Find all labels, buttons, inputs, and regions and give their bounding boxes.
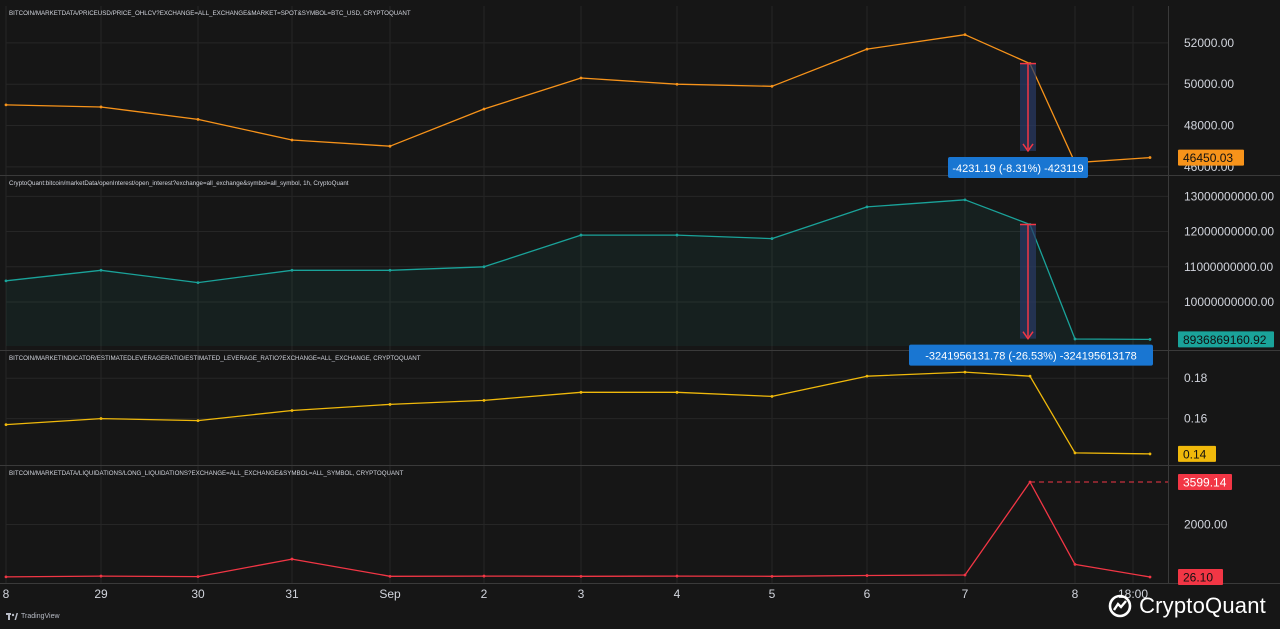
y-tick-label: 2000.00 bbox=[1184, 518, 1228, 532]
data-point bbox=[579, 233, 583, 237]
x-tick-label: 31 bbox=[285, 587, 299, 601]
last-value-label: 26.10 bbox=[1183, 570, 1213, 584]
data-point bbox=[1073, 451, 1077, 455]
data-point bbox=[579, 390, 583, 394]
last-value-label: 8936869160.92 bbox=[1183, 333, 1267, 347]
data-point bbox=[388, 403, 392, 406]
data-point bbox=[482, 265, 486, 269]
data-point bbox=[865, 574, 869, 577]
data-point bbox=[579, 574, 583, 578]
data-point bbox=[1148, 575, 1152, 579]
data-point bbox=[963, 33, 967, 37]
x-tick-label: 2 bbox=[481, 587, 488, 601]
data-point bbox=[865, 374, 869, 378]
data-point bbox=[196, 575, 200, 579]
data-point bbox=[196, 281, 200, 285]
data-point bbox=[770, 394, 774, 398]
y-tick-label: 0.18 bbox=[1184, 371, 1208, 385]
x-tick-label: 8 bbox=[3, 587, 10, 601]
data-point bbox=[99, 417, 103, 420]
data-point bbox=[290, 557, 294, 561]
x-tick-label: 6 bbox=[864, 587, 871, 601]
last-value-label: 0.14 bbox=[1183, 447, 1207, 461]
data-point bbox=[1028, 374, 1032, 378]
tradingview-label: TradingView bbox=[21, 613, 60, 620]
data-point bbox=[482, 574, 486, 578]
y-tick-label: 13000000000.00 bbox=[1184, 189, 1274, 203]
tradingview-attribution[interactable]: TradingView bbox=[6, 613, 60, 620]
x-tick-label: 30 bbox=[191, 587, 205, 601]
data-point bbox=[579, 76, 583, 80]
y-tick-label: 10000000000.00 bbox=[1184, 295, 1274, 309]
data-point bbox=[196, 117, 200, 121]
data-point bbox=[388, 574, 392, 578]
measure-label: -3241956131.78 (-26.53%) -324195613178 bbox=[925, 351, 1137, 363]
data-point bbox=[290, 138, 294, 142]
peak-value-label: 3599.14 bbox=[1183, 475, 1227, 489]
data-point bbox=[865, 47, 869, 51]
y-tick-label: 50000.00 bbox=[1184, 77, 1234, 91]
data-point bbox=[770, 84, 774, 88]
data-point bbox=[290, 268, 294, 272]
y-tick-label: 48000.00 bbox=[1184, 119, 1234, 133]
data-point bbox=[4, 103, 8, 107]
x-tick-label: 8 bbox=[1072, 587, 1079, 601]
data-point bbox=[675, 82, 679, 86]
data-point bbox=[675, 574, 679, 578]
data-point bbox=[770, 237, 774, 240]
data-point bbox=[290, 409, 294, 412]
data-point bbox=[865, 205, 869, 209]
x-tick-label: 7 bbox=[962, 587, 969, 601]
data-point bbox=[1073, 562, 1077, 566]
tradingview-logo-icon bbox=[6, 613, 18, 620]
data-point bbox=[963, 573, 967, 577]
data-point bbox=[963, 370, 967, 374]
data-point bbox=[482, 107, 486, 111]
x-tick-label: 3 bbox=[578, 587, 585, 601]
data-point bbox=[675, 390, 679, 394]
data-point bbox=[99, 105, 103, 109]
data-point bbox=[963, 198, 967, 202]
data-point bbox=[770, 574, 774, 578]
panel-title: CryptoQuant:bitcoin/marketData/openInter… bbox=[9, 180, 349, 187]
last-value-label: 46450.03 bbox=[1183, 151, 1233, 165]
chart-root[interactable]: 52000.00 50000.00 48000.00 46000.00 BITCOIN/… bbox=[0, 0, 1280, 624]
y-tick-label: 12000000000.00 bbox=[1184, 225, 1274, 239]
data-point bbox=[1148, 452, 1152, 456]
panel-title: BITCOIN/MARKETDATA/LIQUIDATIONS/LONG_LIQ… bbox=[9, 470, 404, 477]
y-tick-label: 52000.00 bbox=[1184, 36, 1234, 50]
panel-title: BITCOIN/MARKETINDICATOR/ESTIMATEDLEVERAG… bbox=[9, 355, 421, 362]
data-point bbox=[1148, 156, 1152, 159]
data-point bbox=[388, 268, 392, 272]
data-point bbox=[388, 144, 392, 148]
cryptoquant-wordmark: CryptoQuant bbox=[1139, 593, 1266, 618]
cryptoquant-logo-icon bbox=[1108, 594, 1132, 618]
data-point bbox=[482, 399, 486, 402]
data-point bbox=[99, 574, 103, 578]
chart-canvas[interactable]: 52000.0050000.0048000.0046000.00BITCOIN/… bbox=[0, 0, 1280, 624]
measure-label: -4231.19 (-8.31%) -423119 bbox=[952, 163, 1083, 175]
y-tick-label: 0.16 bbox=[1184, 412, 1208, 426]
panel-title: BITCOIN/MARKETDATA/PRICEUSD/PRICE_OHLCV?… bbox=[9, 10, 411, 17]
data-point bbox=[4, 423, 8, 427]
data-point bbox=[1148, 338, 1152, 341]
cryptoquant-logo: CryptoQuant bbox=[1107, 593, 1266, 619]
x-tick-label: Sep bbox=[379, 587, 401, 601]
data-point bbox=[1073, 337, 1077, 341]
x-tick-label: 4 bbox=[674, 587, 681, 601]
x-tick-label: 5 bbox=[769, 587, 776, 601]
y-tick-label: 11000000000.00 bbox=[1184, 260, 1274, 274]
data-point bbox=[4, 279, 8, 283]
x-tick-label: 29 bbox=[94, 587, 108, 601]
data-point bbox=[4, 575, 8, 579]
data-point bbox=[99, 268, 103, 272]
data-point bbox=[196, 419, 200, 423]
data-point bbox=[675, 233, 679, 237]
